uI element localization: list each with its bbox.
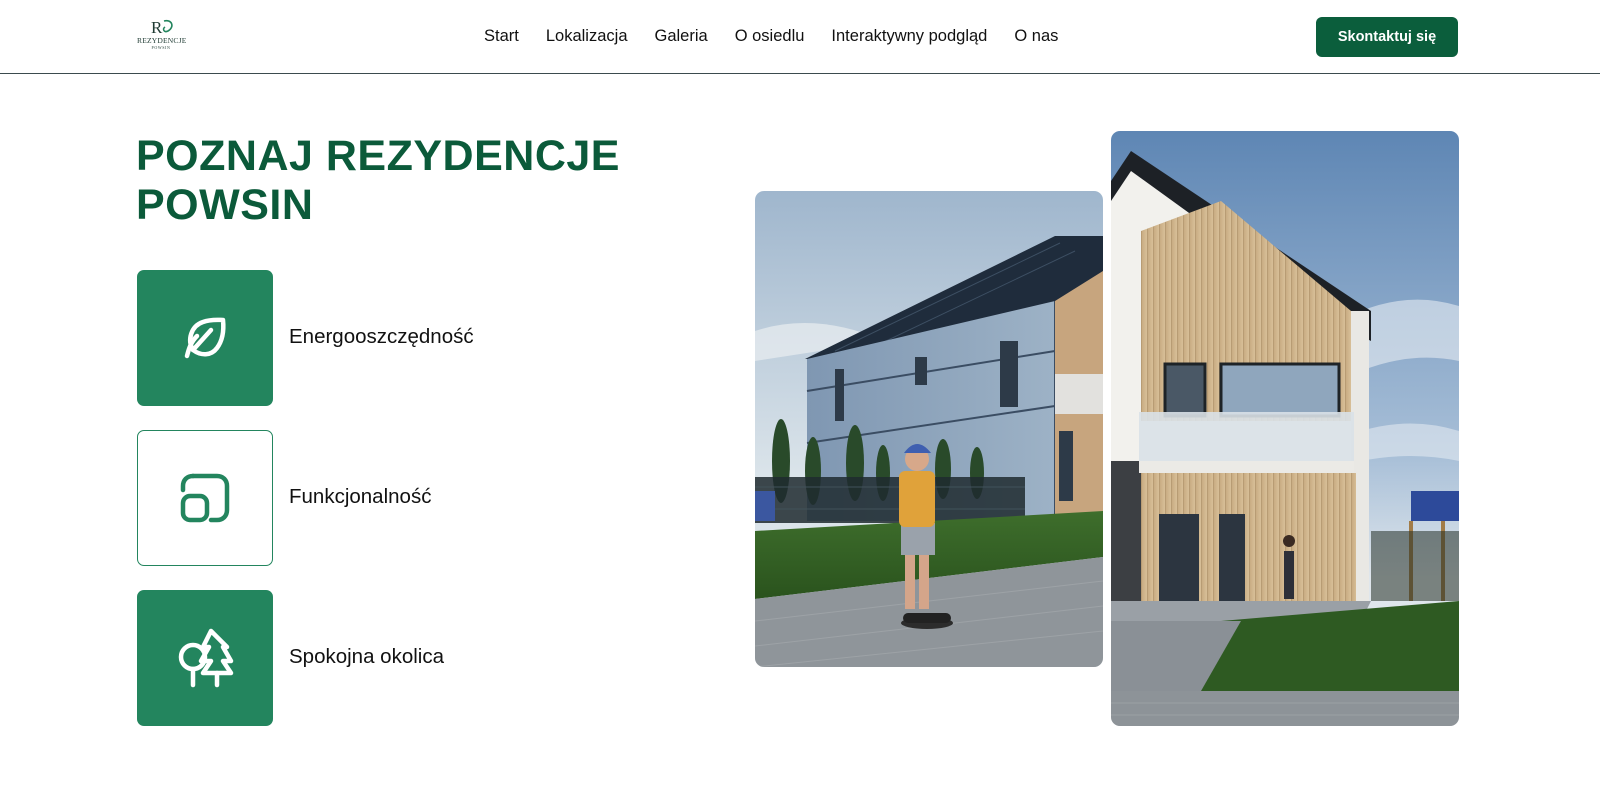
title-line-1: POZNAJ REZYDENCJE: [136, 132, 620, 180]
nav-galeria[interactable]: Galeria: [655, 24, 708, 48]
logo-subtitle: POWSIN: [151, 45, 171, 50]
nav-lokalizacja[interactable]: Lokalizacja: [546, 24, 628, 48]
feature-tile: [137, 430, 273, 566]
page-title: POZNAJ REZYDENCJE POWSIN: [136, 132, 696, 230]
nav-interaktywny-podglad[interactable]: Interaktywny podgląd: [831, 24, 987, 48]
nav-o-osiedlu[interactable]: O osiedlu: [735, 24, 805, 48]
trees-icon: [178, 628, 234, 688]
feature-label: Energooszczędność: [289, 325, 474, 348]
logo-name: REZYDENCJE: [137, 36, 187, 45]
main-nav: Start Lokalizacja Galeria O osiedlu Inte…: [484, 24, 1085, 48]
feature-label: Spokojna okolica: [289, 645, 444, 668]
feature-energy: Energooszczędność: [137, 270, 607, 406]
leaf-icon: [184, 317, 226, 359]
nav-start[interactable]: Start: [484, 24, 519, 48]
logo-monogram-icon: R: [151, 18, 173, 37]
feature-functionality: Funkcjonalność: [137, 430, 607, 566]
site-header: R REZYDENCJE POWSIN Start Lokalizacja Ga…: [0, 0, 1600, 74]
title-line-2: POWSIN: [136, 181, 314, 229]
layout-icon: [180, 473, 230, 523]
feature-quiet-area: Spokojna okolica: [137, 590, 607, 726]
logo[interactable]: R REZYDENCJE POWSIN: [137, 17, 187, 57]
svg-text:R: R: [151, 18, 163, 37]
nav-o-nas[interactable]: O nas: [1014, 24, 1058, 48]
feature-tile: [137, 590, 273, 726]
feature-tile: [137, 270, 273, 406]
house-photo-side: [755, 191, 1103, 667]
feature-label: Funkcjonalność: [289, 485, 432, 508]
contact-button[interactable]: Skontaktuj się: [1316, 17, 1458, 57]
house-photo-front: [1111, 131, 1459, 726]
